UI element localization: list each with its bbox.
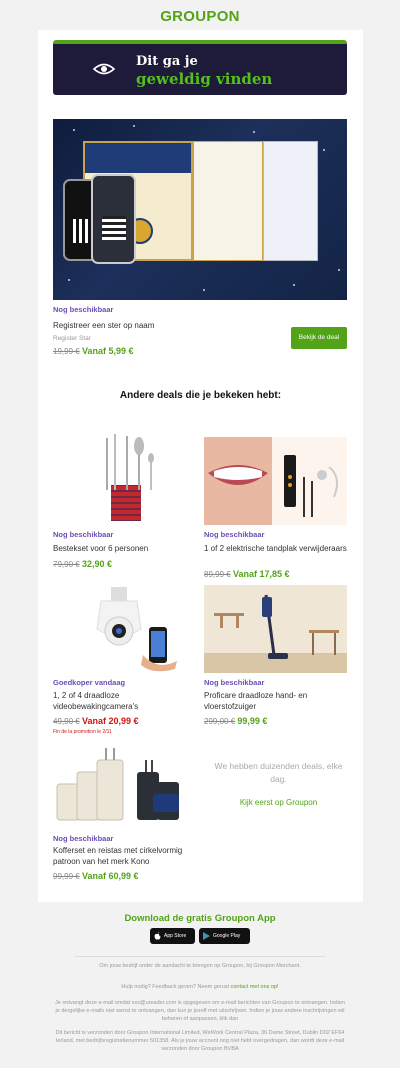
featured-deal-image[interactable] [53, 119, 347, 300]
deal-price: 49,90 € Vanaf 20,99 € [53, 716, 138, 726]
deal-price: 299,00 € 99,99 € [204, 716, 267, 726]
new-price: Vanaf 60,99 € [81, 871, 139, 881]
deal-image-vacuum-cleaner[interactable] [204, 585, 347, 673]
featured-price: 19,99 € Vanaf 5,99 € [53, 346, 133, 356]
groupon-logo[interactable]: GROUPON [0, 8, 400, 25]
contact-link[interactable]: contact met ons op! [231, 984, 279, 990]
featured-title[interactable]: Registreer een ster op naam [53, 320, 273, 331]
deal-price: 99,99 € Vanaf 60,99 € [53, 871, 138, 881]
old-price: 99,99 € [53, 872, 80, 881]
featured-status: Nog beschikbaar [53, 305, 114, 314]
deal-image-security-camera[interactable] [53, 583, 196, 673]
deal-title[interactable]: 1, 2 of 4 draadloze videobewakingcamera'… [53, 690, 196, 712]
browse-groupon-link[interactable]: Kijk eerst op Groupon [210, 798, 347, 807]
old-price: 299,00 € [204, 717, 236, 726]
old-price: 79,90 € [53, 560, 80, 569]
legal-note: Dit bericht is verzonden door Groupon In… [55, 1030, 345, 1052]
deal-title[interactable]: Kofferset en reistas met cirkelvormig pa… [53, 845, 196, 867]
google-play-label: Google Play [213, 933, 241, 939]
deal-image-dental-cleaner[interactable] [204, 437, 347, 525]
help-line: Hulp nodig? Feedback geven? Neem gerust … [0, 984, 400, 992]
footer-divider [75, 956, 325, 957]
merchant-line: Om jouw bedrijf onder de aandacht te bre… [99, 963, 301, 969]
hero-banner: Dit ga je geweldig vinden [53, 40, 347, 95]
new-price: Vanaf 17,85 € [232, 569, 290, 579]
deal-status: Nog beschikbaar [204, 530, 265, 539]
old-price: 49,90 € [53, 717, 80, 726]
deal-image-cutlery[interactable] [53, 430, 196, 526]
section-title: Andere deals die je bekeken hebt: [119, 390, 282, 401]
app-store-badge[interactable]: App Store [150, 928, 195, 944]
app-store-label: App Store [164, 933, 187, 939]
app-screen-graphic [263, 141, 318, 261]
deal-title[interactable]: Bestekset voor 6 personen [53, 543, 196, 554]
apple-icon [154, 932, 161, 940]
deal-status: Nog beschikbaar [204, 678, 265, 687]
new-price: 32,90 € [81, 559, 112, 569]
deal-status: Nog beschikbaar [53, 834, 114, 843]
email-card: Dit ga je geweldig vinden Nog beschikbaa… [38, 30, 363, 902]
view-deal-button[interactable]: Bekijk de deal [291, 327, 347, 349]
help-prefix: Hulp nodig? Feedback geven? Neem gerust [121, 984, 230, 990]
deal-image-luggage-set[interactable] [53, 742, 196, 832]
deal-title[interactable]: Proficare draadloze hand- en vloerstofzu… [204, 690, 347, 712]
deal-price: 89,99 € Vanaf 17,85 € [204, 569, 289, 579]
deal-status: Goedkoper vandaag [53, 678, 126, 687]
new-price: Vanaf 5,99 € [81, 346, 134, 356]
app-download-title: Download de gratis Groupon App [124, 913, 276, 924]
new-price: 99,99 € [237, 716, 268, 726]
old-price: 89,99 € [204, 570, 231, 579]
deal-price: 79,90 € 32,90 € [53, 559, 112, 569]
eye-icon [93, 63, 115, 75]
phone-graphic [91, 174, 136, 264]
google-play-icon [203, 932, 210, 940]
featured-merchant: Register Star [53, 335, 91, 342]
hero-line-1: Dit ga je [136, 54, 198, 69]
more-deals-text: We hebben duizenden deals, elke dag. [214, 761, 343, 784]
google-play-badge[interactable]: Google Play [199, 928, 250, 944]
subscription-note: Je ontvangt deze e-mail omdat xxx@ureade… [55, 1000, 345, 1022]
deal-status: Nog beschikbaar [53, 530, 114, 539]
new-price: Vanaf 20,99 € [81, 716, 139, 726]
hero-line-2: geweldig vinden [136, 70, 273, 88]
old-price: 19,99 € [53, 347, 80, 356]
deal-title[interactable]: 1 of 2 elektrische tandplak verwijderaar… [204, 543, 347, 554]
promo-end-note: Fin de la promotion le 2/11 [53, 729, 112, 735]
constellation-page-graphic [193, 141, 263, 261]
